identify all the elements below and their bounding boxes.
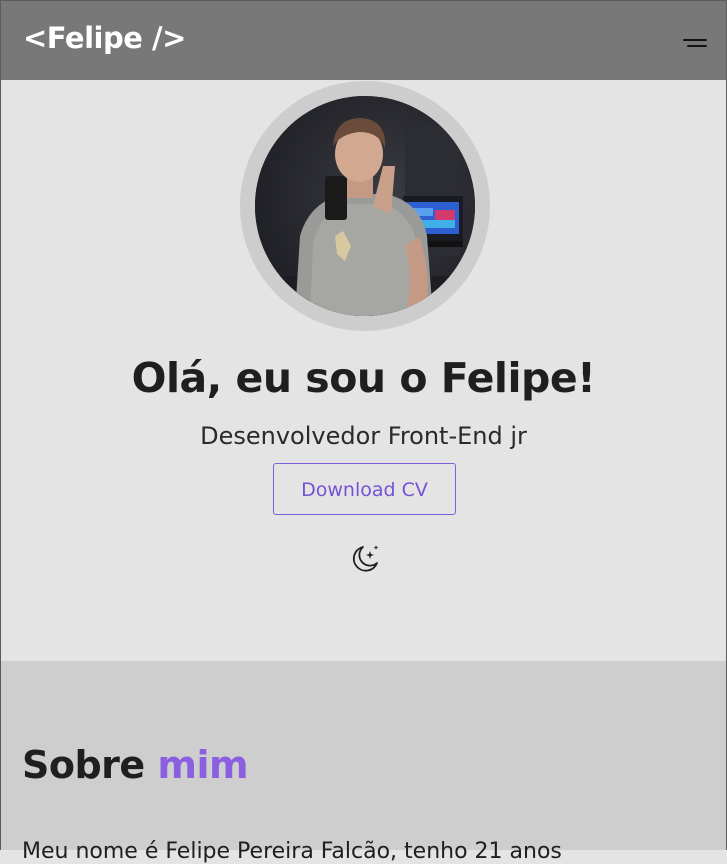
hamburger-menu-button[interactable] xyxy=(677,31,713,57)
avatar xyxy=(255,96,475,316)
download-cv-button[interactable]: Download CV xyxy=(273,463,456,515)
hamburger-menu-icon xyxy=(683,39,707,41)
profile-photo xyxy=(255,96,475,316)
moon-stars-icon xyxy=(352,545,379,572)
about-section: Sobre mim Meu nome é Felipe Pereira Falc… xyxy=(0,661,727,864)
avatar-frame xyxy=(240,81,490,331)
hero-subtitle: Desenvolvedor Front-End jr xyxy=(200,422,527,450)
hero-section: Olá, eu sou o Felipe! Desenvolvedor Fron… xyxy=(0,80,727,661)
site-logo[interactable]: <Felipe /> xyxy=(23,21,186,55)
about-title: Sobre mim xyxy=(22,743,249,787)
about-title-accent: mim xyxy=(157,743,249,787)
about-title-text: Sobre xyxy=(22,743,158,787)
about-text-preview: Meu nome é Felipe Pereira Falcão, tenho … xyxy=(22,839,562,864)
hero-title: Olá, eu sou o Felipe! xyxy=(131,354,596,402)
hamburger-menu-icon-bar xyxy=(687,45,707,47)
theme-toggle-button[interactable] xyxy=(348,542,382,576)
top-navbar: <Felipe /> xyxy=(0,0,727,80)
